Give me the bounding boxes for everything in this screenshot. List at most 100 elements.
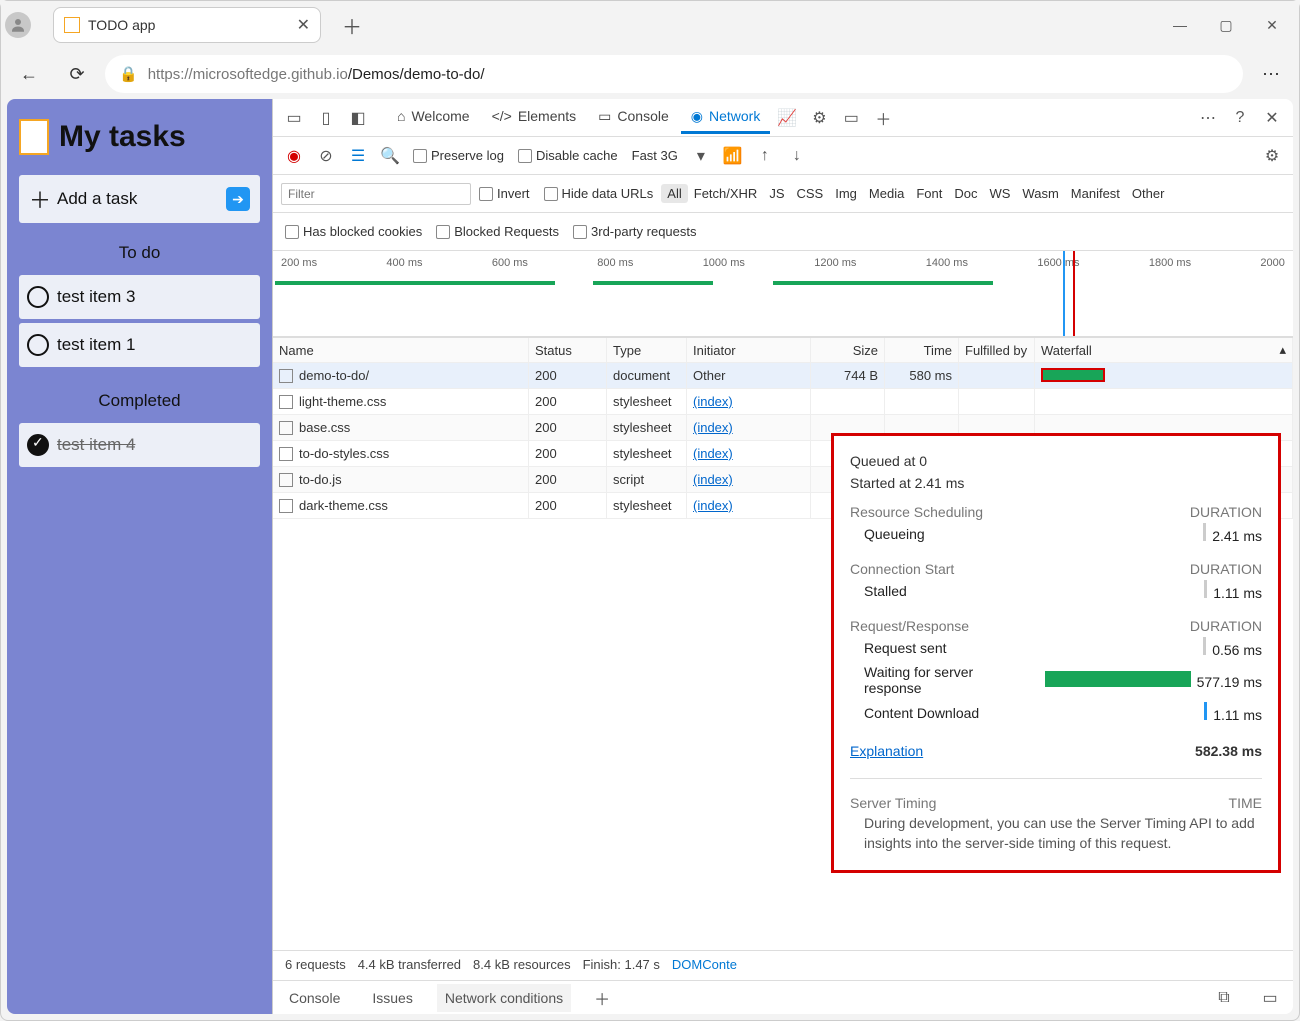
third-party-checkbox[interactable]: 3rd-party requests: [567, 222, 703, 241]
task-item[interactable]: test item 1: [19, 323, 260, 367]
network-filter-bar: Invert Hide data URLs AllFetch/XHRJSCSSI…: [273, 175, 1293, 213]
col-type[interactable]: Type: [607, 338, 687, 362]
search-icon[interactable]: 🔍: [375, 141, 405, 171]
devtools-tabs: ▭ ▯ ◧ ⌂Welcome </>Elements ▭Console ◉Net…: [273, 99, 1293, 137]
tab-title: TODO app: [88, 17, 155, 33]
filter-type-css[interactable]: CSS: [791, 184, 830, 203]
drawer-tab-issues[interactable]: Issues: [364, 984, 420, 1012]
console-icon: ▭: [598, 108, 611, 125]
network-toolbar: ◉ ⊘ ☰ 🔍 Preserve log Disable cache Fast …: [273, 137, 1293, 175]
task-label: test item 1: [57, 335, 135, 355]
back-button[interactable]: ←: [9, 54, 49, 94]
waiting-bar: [1045, 671, 1191, 687]
task-checkbox[interactable]: [27, 286, 49, 308]
more-tabs-button[interactable]: ＋: [868, 103, 898, 133]
filter-type-all[interactable]: All: [661, 184, 687, 203]
preserve-log-checkbox[interactable]: Preserve log: [407, 146, 510, 165]
browser-toolbar: ← ⟳ 🔒 https://microsoftedge.github.io/De…: [1, 49, 1299, 99]
url-text: https://microsoftedge.github.io/Demos/de…: [148, 66, 485, 83]
upload-har-icon[interactable]: ↑: [750, 141, 780, 171]
minimize-button[interactable]: —: [1157, 9, 1203, 41]
drawer-tab-console[interactable]: Console: [281, 984, 348, 1012]
blocked-cookies-checkbox[interactable]: Has blocked cookies: [279, 222, 428, 241]
task-label: test item 3: [57, 287, 135, 307]
device-icon[interactable]: ▯: [311, 103, 341, 133]
tab-elements[interactable]: </>Elements: [482, 102, 587, 133]
network-timeline[interactable]: 200 ms400 ms600 ms800 ms1000 ms1200 ms14…: [273, 251, 1293, 337]
help-icon[interactable]: ?: [1225, 103, 1255, 133]
server-timing-hint: During development, you can use the Serv…: [850, 811, 1262, 856]
add-task-submit[interactable]: ➔: [226, 187, 250, 211]
task-checkbox[interactable]: [27, 434, 49, 456]
hide-data-urls-checkbox[interactable]: Hide data URLs: [538, 184, 660, 203]
throttle-dropdown-icon[interactable]: ▾: [686, 141, 716, 171]
tab-close-icon[interactable]: ✕: [297, 15, 310, 35]
filter-type-other[interactable]: Other: [1126, 184, 1171, 203]
col-initiator[interactable]: Initiator: [687, 338, 811, 362]
add-task-input[interactable]: ＋ Add a task ➔: [19, 175, 260, 223]
drawer-icon1[interactable]: ⧉: [1209, 983, 1239, 1013]
filter-input[interactable]: [281, 183, 471, 205]
waterfall-bar: [1041, 368, 1105, 382]
filter-type-media[interactable]: Media: [863, 184, 910, 203]
drawer-tab-network-conditions[interactable]: Network conditions: [437, 984, 571, 1012]
col-time[interactable]: Time: [885, 338, 959, 362]
throttle-select[interactable]: Fast 3G: [626, 146, 684, 165]
download-har-icon[interactable]: ↓: [782, 141, 812, 171]
filter-type-ws[interactable]: WS: [983, 184, 1016, 203]
filter-type-font[interactable]: Font: [910, 184, 948, 203]
close-devtools-button[interactable]: ✕: [1257, 103, 1287, 133]
close-window-button[interactable]: ✕: [1249, 9, 1295, 41]
file-icon: [279, 421, 293, 435]
request-row[interactable]: light-theme.css 200 stylesheet (index): [273, 389, 1293, 415]
filter-type-doc[interactable]: Doc: [948, 184, 983, 203]
tab-network[interactable]: ◉Network: [681, 102, 771, 134]
performance-icon[interactable]: 📈: [772, 103, 802, 133]
completed-section-label: Completed: [19, 379, 260, 415]
inspect-icon[interactable]: ▭: [279, 103, 309, 133]
drawer-add-tab[interactable]: ＋: [587, 983, 617, 1013]
more-icon[interactable]: ⋯: [1193, 103, 1223, 133]
add-task-placeholder: Add a task: [57, 189, 137, 209]
col-size[interactable]: Size: [811, 338, 885, 362]
invert-checkbox[interactable]: Invert: [473, 184, 536, 203]
browser-tab[interactable]: TODO app ✕: [53, 7, 321, 43]
task-checkbox[interactable]: [27, 334, 49, 356]
col-name[interactable]: Name: [273, 338, 529, 362]
filter-type-manifest[interactable]: Manifest: [1065, 184, 1126, 203]
browser-menu-button[interactable]: ⋯: [1251, 54, 1291, 94]
filter-type-img[interactable]: Img: [829, 184, 863, 203]
filter-type-fetch/xhr[interactable]: Fetch/XHR: [688, 184, 764, 203]
network-icon: ◉: [691, 108, 703, 125]
filter-toggle[interactable]: ☰: [343, 141, 373, 171]
task-item-done[interactable]: test item 4: [19, 423, 260, 467]
tab-welcome[interactable]: ⌂Welcome: [387, 102, 480, 133]
todo-section-label: To do: [19, 231, 260, 267]
clear-button[interactable]: ⊘: [311, 141, 341, 171]
disable-cache-checkbox[interactable]: Disable cache: [512, 146, 624, 165]
maximize-button[interactable]: ▢: [1203, 9, 1249, 41]
filter-type-js[interactable]: JS: [763, 184, 790, 203]
blocked-requests-checkbox[interactable]: Blocked Requests: [430, 222, 565, 241]
task-item[interactable]: test item 3: [19, 275, 260, 319]
request-row[interactable]: demo-to-do/ 200 document Other 744 B 580…: [273, 363, 1293, 389]
refresh-button[interactable]: ⟳: [57, 54, 97, 94]
profile-avatar[interactable]: [5, 12, 31, 38]
settings-gear-icon[interactable]: ⚙: [804, 103, 834, 133]
network-summary: 6 requests 4.4 kB transferred 8.4 kB res…: [273, 950, 1293, 980]
devtools-panel: ▭ ▯ ◧ ⌂Welcome </>Elements ▭Console ◉Net…: [272, 99, 1293, 1014]
network-settings-icon[interactable]: ⚙: [1257, 141, 1287, 171]
dock-icon[interactable]: ◧: [343, 103, 373, 133]
tab-console[interactable]: ▭Console: [588, 102, 679, 134]
network-conditions-icon[interactable]: 📶: [718, 141, 748, 171]
record-button[interactable]: ◉: [279, 141, 309, 171]
col-status[interactable]: Status: [529, 338, 607, 362]
new-tab-button[interactable]: ＋: [335, 8, 369, 42]
col-waterfall[interactable]: Waterfall▴: [1035, 338, 1293, 362]
address-bar[interactable]: 🔒 https://microsoftedge.github.io/Demos/…: [105, 55, 1243, 93]
app-icon[interactable]: ▭: [836, 103, 866, 133]
explanation-link[interactable]: Explanation: [850, 743, 923, 759]
col-fulfilled[interactable]: Fulfilled by: [959, 338, 1035, 362]
drawer-icon2[interactable]: ▭: [1255, 983, 1285, 1013]
filter-type-wasm[interactable]: Wasm: [1016, 184, 1064, 203]
